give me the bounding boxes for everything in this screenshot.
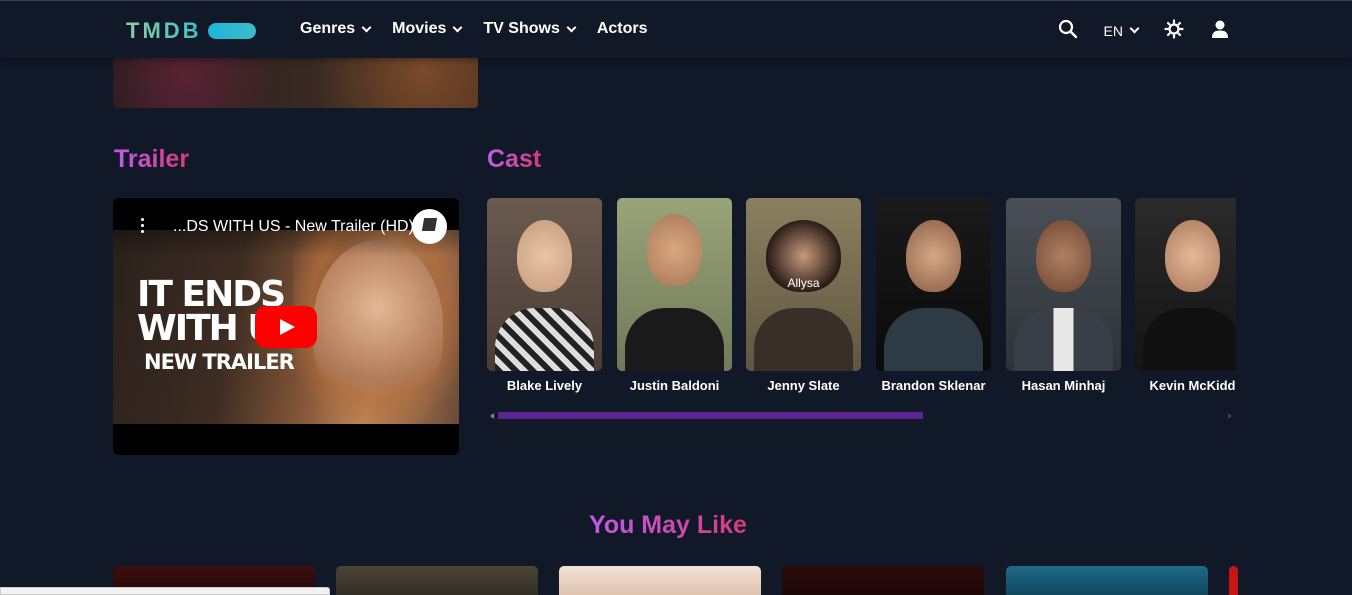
cast-name: Justin Baldoni xyxy=(629,378,720,393)
chevron-down-icon xyxy=(361,22,372,32)
cast-photo xyxy=(617,198,732,371)
cast-name: Hasan Minhaj xyxy=(1021,378,1106,393)
chevron-down-icon xyxy=(566,22,577,32)
cast-name: Brandon Sklenar xyxy=(881,378,986,393)
trailer-video-player[interactable]: IT ENDS WITH US NEW TRAILER ...DS WITH U… xyxy=(113,198,459,455)
cast-photo: Allysa xyxy=(746,198,861,371)
recommendation-poster[interactable] xyxy=(1006,566,1208,595)
cast-photo xyxy=(1135,198,1236,371)
scrollbar-thumb[interactable] xyxy=(498,412,923,419)
search-icon[interactable] xyxy=(1058,19,1078,42)
nav-actors-label: Actors xyxy=(596,20,648,37)
cast-card[interactable]: Brandon Sklenar xyxy=(876,198,991,393)
theme-toggle-icon[interactable] xyxy=(1164,19,1184,42)
chevron-down-icon xyxy=(452,22,463,32)
youtube-play-icon[interactable] xyxy=(255,306,317,348)
channel-avatar-icon[interactable] xyxy=(412,209,447,244)
cast-scrollbar[interactable] xyxy=(490,412,1232,420)
language-selector[interactable]: EN xyxy=(1103,22,1140,39)
cast-card[interactable]: Hasan Minhaj xyxy=(1006,198,1121,393)
chevron-down-icon xyxy=(1129,23,1140,34)
video-thumbnail[interactable]: IT ENDS WITH US NEW TRAILER xyxy=(113,230,459,424)
language-label: EN xyxy=(1103,22,1123,39)
nav-genres[interactable]: Genres xyxy=(300,20,372,38)
cast-photo xyxy=(876,198,991,371)
recommendation-poster[interactable] xyxy=(559,566,761,595)
nav-tv-shows[interactable]: TV Shows xyxy=(483,20,577,38)
cast-name: Blake Lively xyxy=(506,378,583,393)
main-nav: Genres Movies TV Shows Actors xyxy=(300,20,648,38)
top-navbar: TMDB Genres Movies TV Shows Actors EN xyxy=(0,0,1352,58)
cast-carousel[interactable]: Blake Lively Justin Baldoni Allysa Jenny… xyxy=(487,198,1236,398)
nav-movies[interactable]: Movies xyxy=(392,20,463,38)
hero-backdrop-image xyxy=(113,58,478,108)
thumbnail-face-shape xyxy=(313,240,443,410)
nav-actors[interactable]: Actors xyxy=(597,20,648,38)
more-options-icon[interactable] xyxy=(141,218,145,236)
user-icon[interactable] xyxy=(1210,19,1230,42)
nav-tv-shows-label: TV Shows xyxy=(483,20,560,37)
cast-card[interactable]: Justin Baldoni xyxy=(617,198,732,393)
tmdb-logo[interactable]: TMDB xyxy=(126,18,256,44)
nav-genres-label: Genres xyxy=(300,20,356,37)
video-title[interactable]: ...DS WITH US - New Trailer (HD) xyxy=(173,218,414,236)
logo-text: TMDB xyxy=(126,18,202,43)
cast-card[interactable]: Kevin McKidd xyxy=(1135,198,1236,393)
recommendation-poster[interactable] xyxy=(336,566,538,595)
cast-card[interactable]: Allysa Jenny Slate xyxy=(746,198,861,393)
trailer-heading: Trailer xyxy=(114,145,190,173)
cast-name: Jenny Slate xyxy=(767,378,840,393)
you-may-like-heading: You May Like xyxy=(589,511,747,539)
cast-photo-alt-text: Allysa xyxy=(787,276,820,290)
cast-heading: Cast xyxy=(487,145,542,173)
recommendation-poster[interactable] xyxy=(1229,566,1238,595)
nav-movies-label: Movies xyxy=(392,20,447,37)
header-tools: EN xyxy=(1058,19,1230,42)
video-title-bar: ...DS WITH US - New Trailer (HD) xyxy=(113,198,459,256)
cast-name: Kevin McKidd xyxy=(1149,378,1236,393)
cast-photo xyxy=(487,198,602,371)
browser-status-url xyxy=(0,587,330,595)
cast-photo xyxy=(1006,198,1121,371)
recommendation-poster[interactable] xyxy=(782,566,984,595)
cast-card[interactable]: Blake Lively xyxy=(487,198,602,393)
logo-pill-shape xyxy=(207,23,256,39)
scroll-left-arrow-icon[interactable] xyxy=(490,413,494,419)
thumbnail-subtitle: NEW TRAILER xyxy=(144,350,295,374)
scroll-right-arrow-icon[interactable] xyxy=(1228,413,1232,419)
